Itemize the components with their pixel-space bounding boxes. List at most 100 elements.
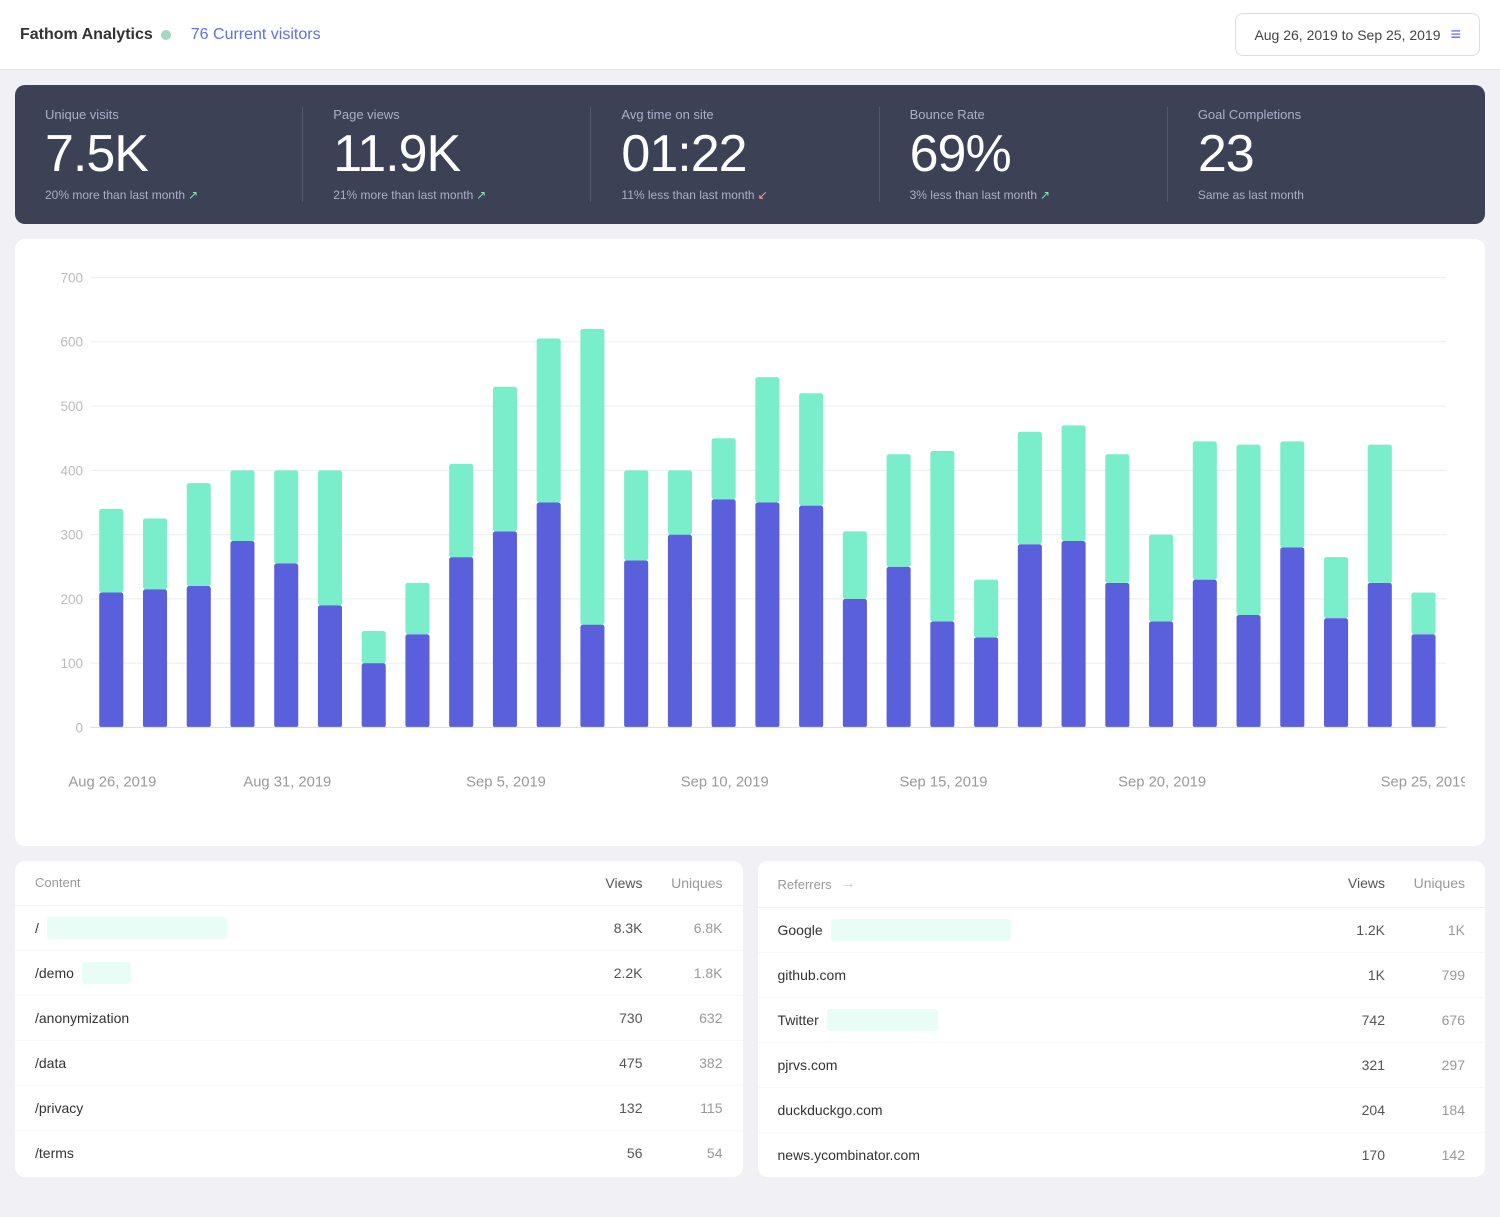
svg-text:Aug 26, 2019: Aug 26, 2019 <box>68 775 156 791</box>
svg-text:Aug 31, 2019: Aug 31, 2019 <box>243 775 331 791</box>
bar-blue <box>1149 621 1173 727</box>
bar-green <box>99 509 123 593</box>
bar-blue <box>537 502 561 727</box>
referrers-col-views: Views <box>1305 875 1385 893</box>
stat-label: Avg time on site <box>621 107 848 122</box>
table-row: Google 1.2K 1K <box>758 908 1486 953</box>
bar-green <box>799 393 823 505</box>
stat-value: 69% <box>910 128 1137 180</box>
row-views: 132 <box>563 1100 643 1116</box>
row-bar <box>827 1009 939 1031</box>
stat-label: Page views <box>333 107 560 122</box>
bar-green <box>537 339 561 503</box>
bar-green <box>405 583 429 634</box>
referrers-rows: Google 1.2K 1K github.com 1K 799 Twitter… <box>758 908 1486 1177</box>
stat-change: 3% less than last month ↗ <box>910 188 1137 202</box>
bar-blue <box>1062 541 1086 727</box>
svg-text:Sep 15, 2019: Sep 15, 2019 <box>899 775 987 791</box>
stat-value: 01:22 <box>621 128 848 180</box>
bar-green <box>668 470 692 534</box>
table-row: Twitter 742 676 <box>758 998 1486 1043</box>
bar-green <box>1368 445 1392 583</box>
row-label-wrap: /data <box>35 1052 563 1074</box>
row-label: /anonymization <box>35 1010 129 1026</box>
bar-blue <box>930 621 954 727</box>
row-uniques: 1.8K <box>643 965 723 981</box>
row-views: 742 <box>1305 1012 1385 1028</box>
bar-green <box>1062 425 1086 541</box>
brand-dot <box>161 30 171 40</box>
bar-blue <box>624 560 648 727</box>
bar-blue <box>405 634 429 727</box>
row-bar <box>47 917 227 939</box>
current-visitors[interactable]: 76 Current visitors <box>191 26 321 44</box>
bar-green <box>362 631 386 663</box>
row-label: /demo <box>35 965 74 981</box>
bar-blue <box>799 506 823 728</box>
content-col-name: Content <box>35 875 563 891</box>
bar-blue <box>143 589 167 727</box>
row-bar <box>854 964 1003 986</box>
bar-blue <box>362 663 386 727</box>
svg-text:Sep 20, 2019: Sep 20, 2019 <box>1118 775 1206 791</box>
row-uniques: 382 <box>643 1055 723 1071</box>
bar-blue <box>1280 547 1304 727</box>
row-views: 321 <box>1305 1057 1385 1073</box>
table-row: /privacy 132 115 <box>15 1086 743 1131</box>
bar-green <box>624 470 648 560</box>
bar-green <box>493 387 517 532</box>
table-row: /anonymization 730 632 <box>15 996 743 1041</box>
row-uniques: 115 <box>643 1100 723 1116</box>
row-views: 730 <box>563 1010 643 1026</box>
row-bar <box>845 1054 894 1076</box>
svg-text:Sep 10, 2019: Sep 10, 2019 <box>681 775 769 791</box>
tables-row: Content Views Uniques / 8.3K 6.8K /demo … <box>15 861 1485 1177</box>
bar-blue <box>668 535 692 728</box>
svg-text:Sep 5, 2019: Sep 5, 2019 <box>466 775 546 791</box>
bar-blue <box>712 499 736 727</box>
row-label-wrap: news.ycombinator.com <box>778 1144 1306 1166</box>
row-label: github.com <box>778 967 846 983</box>
referrers-arrow-icon: → <box>840 875 856 893</box>
bar-blue <box>843 599 867 728</box>
stat-item-2: Avg time on site 01:22 11% less than las… <box>591 107 879 202</box>
header-left: Fathom Analytics 76 Current visitors <box>20 26 321 44</box>
row-bar <box>831 919 1011 941</box>
row-uniques: 1K <box>1385 922 1465 938</box>
stat-change: 11% less than last month ↙ <box>621 188 848 202</box>
row-uniques: 297 <box>1385 1057 1465 1073</box>
table-row: /terms 56 54 <box>15 1131 743 1175</box>
row-bar <box>91 1097 99 1119</box>
bar-blue <box>230 541 254 727</box>
stat-value: 7.5K <box>45 128 272 180</box>
svg-text:300: 300 <box>60 528 83 543</box>
bar-green <box>230 470 254 541</box>
stat-item-1: Page views 11.9K 21% more than last mont… <box>303 107 591 202</box>
bar-green <box>843 531 867 598</box>
referrers-table-header: Referrers → Views Uniques <box>758 861 1486 908</box>
content-table: Content Views Uniques / 8.3K 6.8K /demo … <box>15 861 743 1177</box>
referrers-table: Referrers → Views Uniques Google 1.2K 1K… <box>758 861 1486 1177</box>
chart-container: 0100200300400500600700Aug 26, 2019Aug 31… <box>15 239 1485 846</box>
svg-text:100: 100 <box>60 656 83 671</box>
bar-blue <box>1368 583 1392 728</box>
bar-blue <box>187 586 211 727</box>
bar-blue <box>99 592 123 727</box>
date-range-picker[interactable]: Aug 26, 2019 to Sep 25, 2019 ≡ <box>1235 13 1480 56</box>
table-row: duckduckgo.com 204 184 <box>758 1088 1486 1133</box>
row-views: 475 <box>563 1055 643 1071</box>
bar-green <box>1149 535 1173 622</box>
row-label-wrap: Google <box>778 919 1306 941</box>
row-label-wrap: duckduckgo.com <box>778 1099 1306 1121</box>
bar-green <box>1105 454 1129 583</box>
arrow-up-icon: ↗ <box>1040 188 1050 202</box>
svg-text:0: 0 <box>76 720 84 735</box>
svg-text:500: 500 <box>60 399 83 414</box>
table-row: /demo 2.2K 1.8K <box>15 951 743 996</box>
row-uniques: 54 <box>643 1145 723 1161</box>
bar-blue <box>449 557 473 727</box>
bar-blue <box>318 605 342 727</box>
menu-icon: ≡ <box>1450 24 1461 45</box>
row-views: 56 <box>563 1145 643 1161</box>
row-label: Google <box>778 922 823 938</box>
